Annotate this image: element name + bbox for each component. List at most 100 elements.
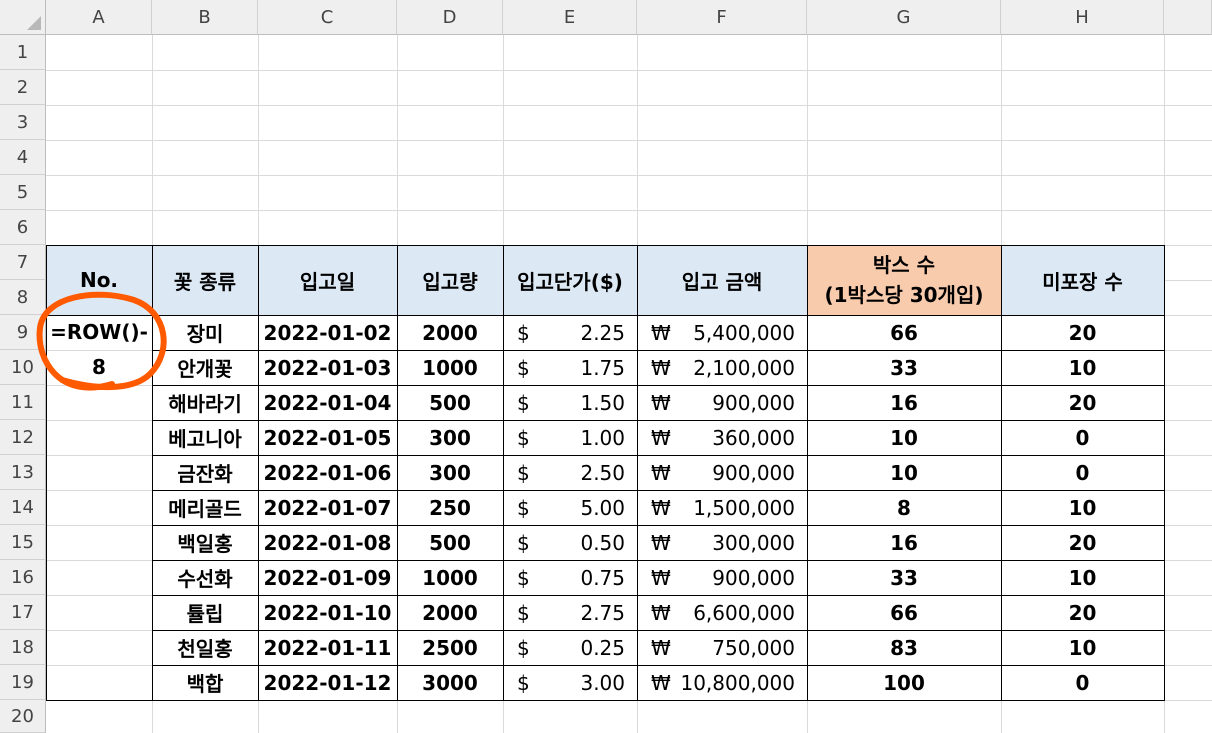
row-header-8[interactable]: 8: [0, 280, 46, 315]
cell-unpacked[interactable]: 0: [1001, 420, 1164, 455]
cell-flower-type[interactable]: 백일홍: [152, 525, 258, 560]
cell-quantity[interactable]: 2000: [397, 315, 503, 350]
cell-amount[interactable]: ₩300,000: [637, 525, 807, 560]
cell-unit-price[interactable]: $2.25: [503, 315, 637, 350]
cell-unit-price[interactable]: $5.00: [503, 490, 637, 525]
cell-amount[interactable]: ₩900,000: [637, 455, 807, 490]
cell-unpacked[interactable]: 20: [1001, 595, 1164, 630]
cell-unit-price[interactable]: $2.75: [503, 595, 637, 630]
cell-unit-price[interactable]: $1.50: [503, 385, 637, 420]
cell-amount[interactable]: ₩900,000: [637, 385, 807, 420]
cell-boxes[interactable]: 66: [807, 595, 1001, 630]
cell-unpacked[interactable]: 10: [1001, 560, 1164, 595]
column-header-h[interactable]: H: [1001, 0, 1164, 35]
cell-quantity[interactable]: 250: [397, 490, 503, 525]
cell-boxes[interactable]: 16: [807, 525, 1001, 560]
row-header-13[interactable]: 13: [0, 455, 46, 490]
row-header-10[interactable]: 10: [0, 350, 46, 385]
cell-amount[interactable]: ₩10,800,000: [637, 665, 807, 700]
cell-amount[interactable]: ₩5,400,000: [637, 315, 807, 350]
cell-unpacked[interactable]: 10: [1001, 630, 1164, 665]
cell-boxes[interactable]: 8: [807, 490, 1001, 525]
cell-date[interactable]: 2022-01-07: [258, 490, 397, 525]
column-header-e[interactable]: E: [503, 0, 637, 35]
cell-flower-type[interactable]: 장미: [152, 315, 258, 350]
row-header-1[interactable]: 1: [0, 35, 46, 70]
row-header-4[interactable]: 4: [0, 140, 46, 175]
row-header-12[interactable]: 12: [0, 420, 46, 455]
column-header-a[interactable]: A: [46, 0, 152, 35]
column-header-d[interactable]: D: [397, 0, 503, 35]
cell-flower-type[interactable]: 안개꽃: [152, 350, 258, 385]
cell-unit-price[interactable]: $1.75: [503, 350, 637, 385]
cell-boxes[interactable]: 10: [807, 455, 1001, 490]
cell-quantity[interactable]: 300: [397, 420, 503, 455]
cell-date[interactable]: 2022-01-06: [258, 455, 397, 490]
cell-flower-type[interactable]: 금잔화: [152, 455, 258, 490]
cell-date[interactable]: 2022-01-08: [258, 525, 397, 560]
cell-unit-price[interactable]: $2.50: [503, 455, 637, 490]
cell-date[interactable]: 2022-01-09: [258, 560, 397, 595]
cell-unit-price[interactable]: $3.00: [503, 665, 637, 700]
cell-date[interactable]: 2022-01-10: [258, 595, 397, 630]
column-header-g[interactable]: G: [807, 0, 1001, 35]
cell-flower-type[interactable]: 해바라기: [152, 385, 258, 420]
cell-boxes[interactable]: 83: [807, 630, 1001, 665]
cell-flower-type[interactable]: 백합: [152, 665, 258, 700]
cell-quantity[interactable]: 2500: [397, 630, 503, 665]
column-header-f[interactable]: F: [637, 0, 807, 35]
column-header-b[interactable]: B: [152, 0, 258, 35]
cell-flower-type[interactable]: 튤립: [152, 595, 258, 630]
cell-boxes[interactable]: 33: [807, 350, 1001, 385]
cell-quantity[interactable]: 3000: [397, 665, 503, 700]
row-header-16[interactable]: 16: [0, 560, 46, 595]
cell-boxes[interactable]: 100: [807, 665, 1001, 700]
row-header-2[interactable]: 2: [0, 70, 46, 105]
cell-date[interactable]: 2022-01-12: [258, 665, 397, 700]
formula-cell[interactable]: =ROW()- 8: [46, 315, 152, 385]
cell-boxes[interactable]: 16: [807, 385, 1001, 420]
cell-unpacked[interactable]: 20: [1001, 385, 1164, 420]
row-header-19[interactable]: 19: [0, 665, 46, 700]
row-header-7[interactable]: 7: [0, 245, 46, 280]
cell-quantity[interactable]: 300: [397, 455, 503, 490]
cell-amount[interactable]: ₩750,000: [637, 630, 807, 665]
cell-unit-price[interactable]: $0.25: [503, 630, 637, 665]
cell-date[interactable]: 2022-01-05: [258, 420, 397, 455]
cell-quantity[interactable]: 500: [397, 525, 503, 560]
cell-amount[interactable]: ₩2,100,000: [637, 350, 807, 385]
cell-amount[interactable]: ₩6,600,000: [637, 595, 807, 630]
cell-date[interactable]: 2022-01-03: [258, 350, 397, 385]
row-header-6[interactable]: 6: [0, 210, 46, 245]
row-header-15[interactable]: 15: [0, 525, 46, 560]
cell-flower-type[interactable]: 베고니아: [152, 420, 258, 455]
cell-date[interactable]: 2022-01-02: [258, 315, 397, 350]
cell-unpacked[interactable]: 0: [1001, 665, 1164, 700]
cell-boxes[interactable]: 33: [807, 560, 1001, 595]
column-header-c[interactable]: C: [258, 0, 397, 35]
cell-unit-price[interactable]: $0.75: [503, 560, 637, 595]
cell-date[interactable]: 2022-01-04: [258, 385, 397, 420]
cell-quantity[interactable]: 1000: [397, 560, 503, 595]
cell-quantity[interactable]: 2000: [397, 595, 503, 630]
cell-amount[interactable]: ₩360,000: [637, 420, 807, 455]
cell-flower-type[interactable]: 수선화: [152, 560, 258, 595]
cell-quantity[interactable]: 1000: [397, 350, 503, 385]
cell-flower-type[interactable]: 메리골드: [152, 490, 258, 525]
row-header-3[interactable]: 3: [0, 105, 46, 140]
row-header-20[interactable]: 20: [0, 700, 46, 733]
cell-amount[interactable]: ₩900,000: [637, 560, 807, 595]
cell-unpacked[interactable]: 20: [1001, 525, 1164, 560]
cell-unit-price[interactable]: $0.50: [503, 525, 637, 560]
cell-date[interactable]: 2022-01-11: [258, 630, 397, 665]
spreadsheet[interactable]: A B C D E F G H 1 2 3 4 5 6 7 8 9 10 11 12 13 14 15 16 17 18 19 20 N…: [0, 0, 1212, 733]
cell-unpacked[interactable]: 10: [1001, 490, 1164, 525]
cell-unit-price[interactable]: $1.00: [503, 420, 637, 455]
row-header-17[interactable]: 17: [0, 595, 46, 630]
cell-unpacked[interactable]: 0: [1001, 455, 1164, 490]
row-header-11[interactable]: 11: [0, 385, 46, 420]
cell-boxes[interactable]: 66: [807, 315, 1001, 350]
row-header-18[interactable]: 18: [0, 630, 46, 665]
row-header-5[interactable]: 5: [0, 175, 46, 210]
cell-amount[interactable]: ₩1,500,000: [637, 490, 807, 525]
